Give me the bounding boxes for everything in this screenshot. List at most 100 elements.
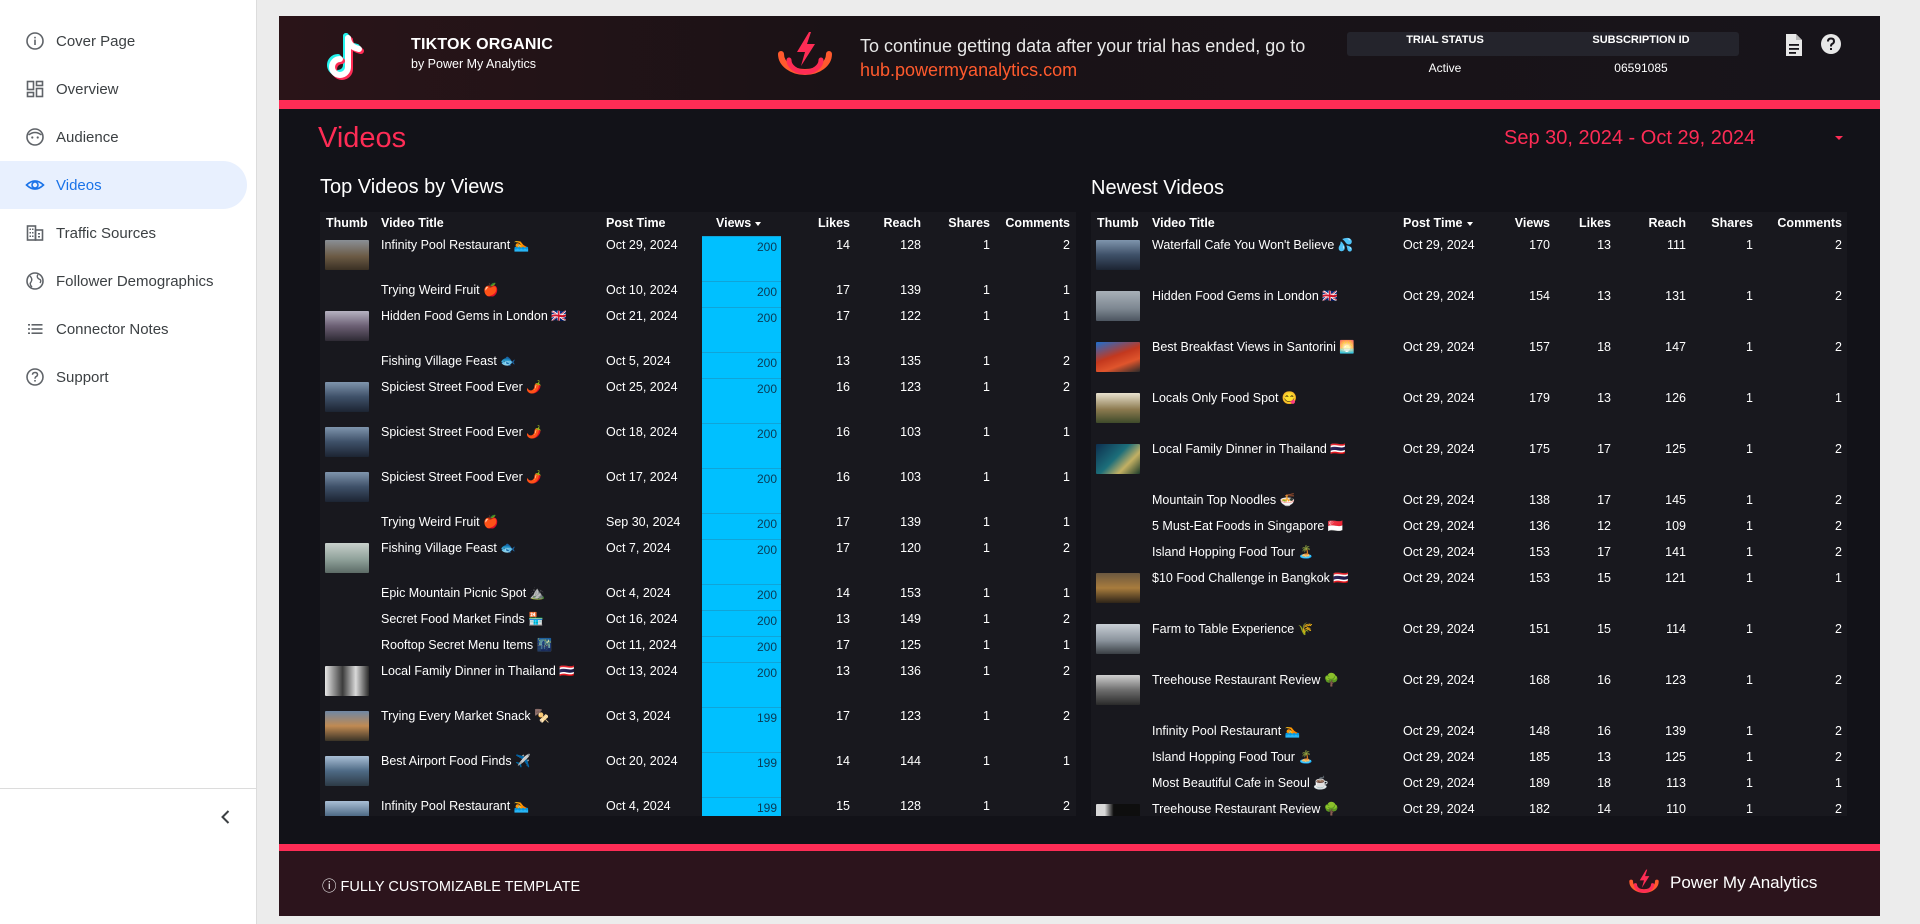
cell-title[interactable]: Trying Weird Fruit 🍎 (381, 515, 499, 530)
video-thumbnail[interactable] (1096, 675, 1140, 705)
cell-title[interactable]: Mountain Top Noodles 🍜 (1152, 493, 1295, 508)
video-thumbnail[interactable] (1096, 624, 1140, 654)
column-header-thumb[interactable]: Thumb (1097, 216, 1139, 230)
column-header-thumb[interactable]: Thumb (326, 216, 368, 230)
video-thumbnail[interactable] (325, 382, 369, 412)
cell-title[interactable]: Infinity Pool Restaurant 🏊 (381, 799, 529, 814)
cell-title[interactable]: Island Hopping Food Tour 🏝️ (1152, 750, 1314, 765)
table-row[interactable]: 5 Must-Eat Foods in Singapore 🇸🇬 Oct 29, … (1091, 517, 1847, 543)
cell-title[interactable]: Treehouse Restaurant Review 🌳 (1152, 802, 1339, 816)
sidebar-item-follower-demographics[interactable]: Follower Demographics (0, 257, 247, 305)
video-thumbnail[interactable] (1096, 240, 1140, 270)
cell-title[interactable]: Treehouse Restaurant Review 🌳 (1152, 673, 1339, 688)
cell-title[interactable]: 5 Must-Eat Foods in Singapore 🇸🇬 (1152, 519, 1343, 534)
cell-title[interactable]: Infinity Pool Restaurant 🏊 (381, 238, 529, 253)
cell-title[interactable]: Spiciest Street Food Ever 🌶️ (381, 380, 542, 395)
column-header-reach[interactable]: Reach (1648, 216, 1686, 230)
column-header-likes[interactable]: Likes (818, 216, 850, 230)
table-row[interactable]: Mountain Top Noodles 🍜 Oct 29, 2024 138 17 1… (1091, 491, 1847, 517)
table-row[interactable]: 199 Infinity Pool Restaurant 🏊 Oct 4, 2024… (320, 797, 1076, 816)
cell-title[interactable]: Waterfall Cafe You Won't Believe 💦 (1152, 238, 1353, 253)
table-row[interactable]: 200 Trying Weird Fruit 🍎 Oct 10, 2024 17 139… (320, 281, 1076, 307)
video-thumbnail[interactable] (325, 666, 369, 696)
cell-title[interactable]: Rooftop Secret Menu Items 🌃 (381, 638, 552, 653)
column-header-video-title[interactable]: Video Title (381, 216, 444, 230)
table-row[interactable]: 200 Rooftop Secret Menu Items 🌃 Oct 11, 20… (320, 636, 1076, 662)
cell-title[interactable]: Spiciest Street Food Ever 🌶️ (381, 425, 542, 440)
cell-title[interactable]: Best Breakfast Views in Santorini 🌅 (1152, 340, 1355, 355)
column-header-video-title[interactable]: Video Title (1152, 216, 1215, 230)
cell-title[interactable]: Local Family Dinner in Thailand 🇹🇭 (381, 664, 575, 679)
video-thumbnail[interactable] (325, 311, 369, 341)
trial-hub-link[interactable]: hub.powermyanalytics.com (860, 58, 1305, 82)
cell-title[interactable]: Trying Every Market Snack 🍢 (381, 709, 550, 724)
column-header-views[interactable]: Views (716, 216, 762, 230)
cell-title[interactable]: Hidden Food Gems in London 🇬🇧 (1152, 289, 1338, 304)
cell-title[interactable]: Secret Food Market Finds 🏪 (381, 612, 544, 627)
column-header-comments[interactable]: Comments (1777, 216, 1842, 230)
column-header-shares[interactable]: Shares (948, 216, 990, 230)
video-thumbnail[interactable] (1096, 393, 1140, 423)
sidebar-item-traffic-sources[interactable]: Traffic Sources (0, 209, 247, 257)
cell-title[interactable]: Infinity Pool Restaurant 🏊 (1152, 724, 1300, 739)
table-row[interactable]: Hidden Food Gems in London 🇬🇧 Oct 29, 202… (1091, 287, 1847, 338)
table-row[interactable]: Treehouse Restaurant Review 🌳 Oct 29, 202… (1091, 800, 1847, 816)
collapse-sidebar-button[interactable] (216, 807, 236, 827)
table-row[interactable]: $10 Food Challenge in Bangkok 🇹🇭 Oct 29, … (1091, 569, 1847, 620)
cell-title[interactable]: $10 Food Challenge in Bangkok 🇹🇭 (1152, 571, 1349, 586)
column-header-likes[interactable]: Likes (1579, 216, 1611, 230)
video-thumbnail[interactable] (325, 240, 369, 270)
cell-title[interactable]: Trying Weird Fruit 🍎 (381, 283, 499, 298)
table-row[interactable]: 200 Trying Weird Fruit 🍎 Sep 30, 2024 17 139… (320, 513, 1076, 539)
video-thumbnail[interactable] (325, 756, 369, 786)
table-row[interactable]: 200 Secret Food Market Finds 🏪 Oct 16, 202… (320, 610, 1076, 636)
chevron-down-icon[interactable] (1833, 134, 1845, 142)
video-thumbnail[interactable] (1096, 291, 1140, 321)
cell-title[interactable]: Most Beautiful Cafe in Seoul ☕ (1152, 776, 1329, 791)
table-row[interactable]: Island Hopping Food Tour 🏝️ Oct 29, 2024 1… (1091, 543, 1847, 569)
table-row[interactable]: Infinity Pool Restaurant 🏊 Oct 29, 2024 14… (1091, 722, 1847, 748)
table-row[interactable]: 200 Spiciest Street Food Ever 🌶️ Oct 17, 2… (320, 468, 1076, 513)
cell-title[interactable]: Best Airport Food Finds ✈️ (381, 754, 531, 769)
video-thumbnail[interactable] (1096, 804, 1140, 816)
cell-title[interactable]: Locals Only Food Spot 😋 (1152, 391, 1298, 406)
table-row[interactable]: 199 Best Airport Food Finds ✈️ Oct 20, 202… (320, 752, 1076, 797)
table-row[interactable]: Farm to Table Experience 🌾 Oct 29, 2024 15… (1091, 620, 1847, 671)
table-row[interactable]: Island Hopping Food Tour 🏝️ Oct 29, 2024 1… (1091, 748, 1847, 774)
table-row[interactable]: 200 Hidden Food Gems in London 🇬🇧 Oct 21, … (320, 307, 1076, 352)
table-row[interactable]: Treehouse Restaurant Review 🌳 Oct 29, 202… (1091, 671, 1847, 722)
table-row[interactable]: Best Breakfast Views in Santorini 🌅 Oct 2… (1091, 338, 1847, 389)
sidebar-item-audience[interactable]: Audience (0, 113, 247, 161)
table-row[interactable]: 200 Epic Mountain Picnic Spot ⛰️ Oct 4, 20… (320, 584, 1076, 610)
help-icon[interactable] (1819, 32, 1843, 56)
column-header-post-time[interactable]: Post Time (606, 216, 666, 230)
video-thumbnail[interactable] (1096, 573, 1140, 603)
cell-title[interactable]: Local Family Dinner in Thailand 🇹🇭 (1152, 442, 1346, 457)
column-header-views[interactable]: Views (1515, 216, 1550, 230)
video-thumbnail[interactable] (325, 472, 369, 502)
column-header-post-time[interactable]: Post Time (1403, 216, 1473, 230)
cell-title[interactable]: Fishing Village Feast 🐟 (381, 541, 516, 556)
video-thumbnail[interactable] (325, 543, 369, 573)
cell-title[interactable]: Island Hopping Food Tour 🏝️ (1152, 545, 1314, 560)
video-thumbnail[interactable] (325, 801, 369, 816)
document-icon[interactable] (1783, 32, 1805, 58)
date-range-picker[interactable]: Sep 30, 2024 - Oct 29, 2024 (1504, 127, 1755, 150)
table-row[interactable]: 200 Fishing Village Feast 🐟 Oct 5, 2024 13 1… (320, 352, 1076, 378)
sidebar-item-support[interactable]: Support (0, 353, 247, 401)
sidebar-item-overview[interactable]: Overview (0, 65, 247, 113)
table-row[interactable]: 200 Local Family Dinner in Thailand 🇹🇭 Oct… (320, 662, 1076, 707)
cell-title[interactable]: Epic Mountain Picnic Spot ⛰️ (381, 586, 545, 601)
table-row[interactable]: 199 Trying Every Market Snack 🍢 Oct 3, 202… (320, 707, 1076, 752)
video-thumbnail[interactable] (325, 711, 369, 741)
video-thumbnail[interactable] (1096, 342, 1140, 372)
cell-title[interactable]: Hidden Food Gems in London 🇬🇧 (381, 309, 567, 324)
sidebar-item-connector-notes[interactable]: Connector Notes (0, 305, 247, 353)
table-row[interactable]: Locals Only Food Spot 😋 Oct 29, 2024 179 13… (1091, 389, 1847, 440)
column-header-shares[interactable]: Shares (1711, 216, 1753, 230)
sidebar-item-videos[interactable]: Videos (0, 161, 247, 209)
cell-title[interactable]: Spiciest Street Food Ever 🌶️ (381, 470, 542, 485)
video-thumbnail[interactable] (1096, 444, 1140, 474)
cell-title[interactable]: Farm to Table Experience 🌾 (1152, 622, 1313, 637)
video-thumbnail[interactable] (325, 427, 369, 457)
